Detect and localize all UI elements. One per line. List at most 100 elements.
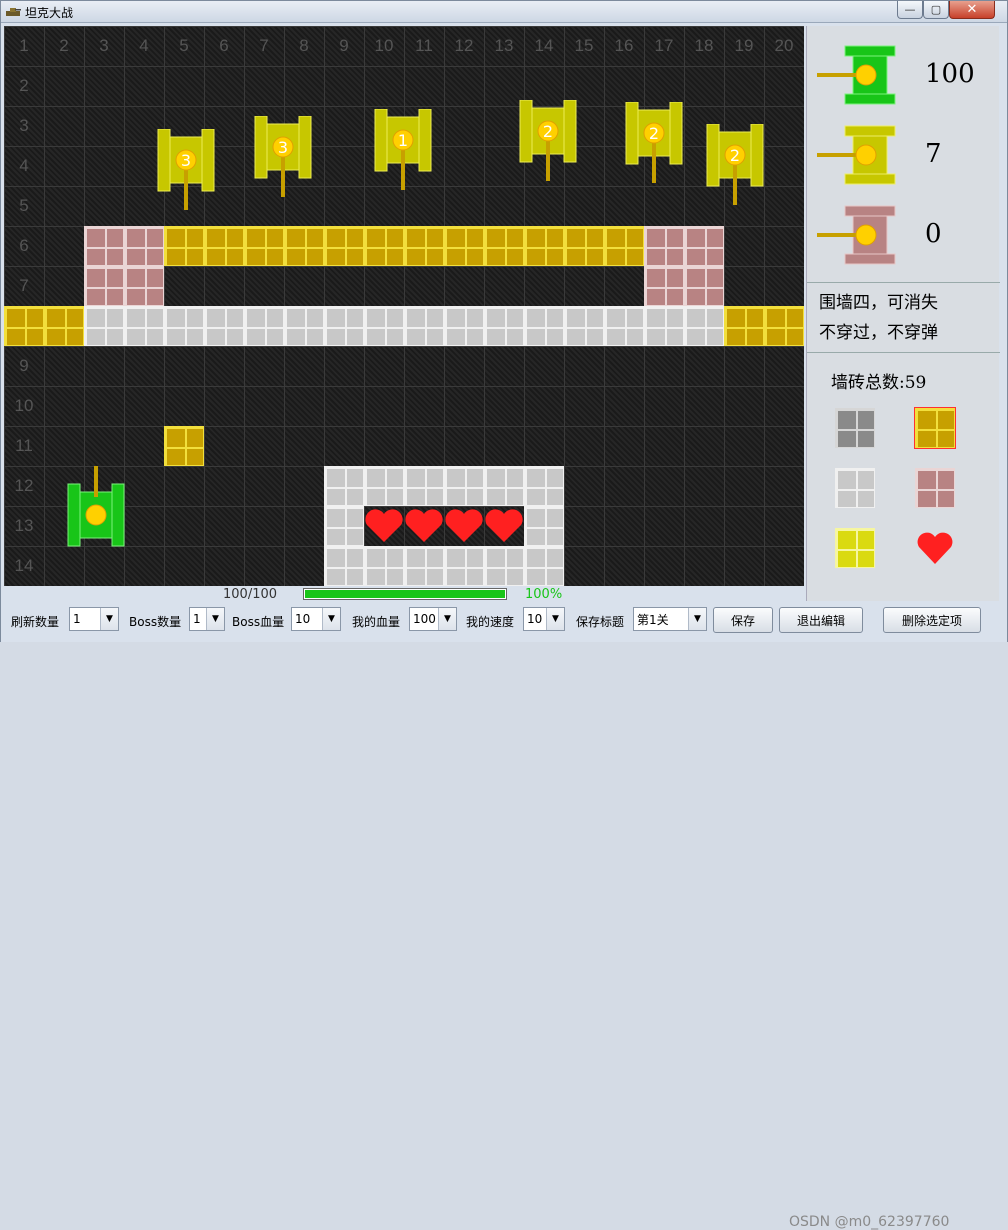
silver-brick <box>364 306 404 346</box>
player-hp-fill <box>305 590 505 598</box>
enemy-tank: 2 <box>625 102 683 183</box>
pink-brick <box>124 226 164 266</box>
row-number: 4 <box>19 156 29 175</box>
title-bar: 坦克大战 — ▢ ✕ <box>1 1 1007 23</box>
maximize-button[interactable]: ▢ <box>923 1 949 19</box>
minimize-button[interactable]: — <box>897 1 923 19</box>
chevron-down-icon[interactable]: ▼ <box>100 608 118 630</box>
gold-brick <box>244 226 284 266</box>
silver-brick <box>124 306 164 346</box>
tank-level-label: 3 <box>278 138 288 157</box>
delete-selected-button[interactable]: 删除选定项 <box>883 607 981 633</box>
silver-brick <box>404 306 444 346</box>
chevron-down-icon[interactable]: ▼ <box>688 608 706 630</box>
silver-brick <box>444 306 484 346</box>
gold-brick <box>564 226 604 266</box>
palette-pink-wall[interactable] <box>915 468 955 508</box>
enemy-tank-icon <box>817 125 896 185</box>
exit-edit-button[interactable]: 退出编辑 <box>779 607 863 633</box>
column-number: 4 <box>139 36 149 55</box>
column-number: 6 <box>219 36 229 55</box>
silver-brick <box>564 306 604 346</box>
silver-brick <box>244 306 284 346</box>
heart-icon <box>445 509 483 542</box>
refresh-count-select[interactable]: 1 ▼ <box>69 607 119 631</box>
silver-brick <box>324 506 364 546</box>
gold-brick <box>204 226 244 266</box>
silver-brick <box>524 546 564 586</box>
divider <box>807 282 1000 283</box>
silver-brick <box>524 466 564 506</box>
pink-brick <box>644 266 684 306</box>
enemy-tank: 2 <box>706 124 764 205</box>
chevron-down-icon[interactable]: ▼ <box>438 608 456 630</box>
wall-description: 围墙四，可消失 不穿过，不穿弹 <box>819 288 938 348</box>
palette-yellow-wall[interactable] <box>835 528 875 568</box>
gold-brick <box>724 306 764 346</box>
palette-heart-icon[interactable] <box>915 528 955 568</box>
column-number: 14 <box>534 36 554 55</box>
row-number: 3 <box>19 116 29 135</box>
tank-level-label: 1 <box>398 131 408 150</box>
pink-brick <box>684 266 724 306</box>
player-count: 100 <box>925 59 975 89</box>
gold-brick <box>604 226 644 266</box>
gold-brick <box>524 226 564 266</box>
row-number: 13 <box>14 516 34 535</box>
silver-brick <box>404 466 444 506</box>
column-number: 2 <box>59 36 69 55</box>
gold-brick <box>364 226 404 266</box>
column-number: 15 <box>574 36 594 55</box>
silver-brick <box>324 306 364 346</box>
silver-brick <box>84 306 124 346</box>
settings-bar: 刷新数量 1 ▼ Boss数量 1 ▼ Boss血量 10 ▼ 我的血量 100 ▼ 我… <box>1 602 1007 1230</box>
my-speed-select[interactable]: 10 ▼ <box>523 607 565 631</box>
pink-brick <box>684 226 724 266</box>
enemy-tank: 2 <box>519 100 577 181</box>
my-hp-select[interactable]: 100 ▼ <box>409 607 457 631</box>
palette-steel-wall[interactable] <box>835 408 875 448</box>
close-button[interactable]: ✕ <box>949 1 995 19</box>
silver-brick <box>324 466 364 506</box>
tank-level-label: 2 <box>543 122 553 141</box>
game-board[interactable]: 1 2 3 4 5 6 7 8 9 10 11 12 13 14 15 16 17 18 19 20 23456791… <box>4 26 804 586</box>
gold-brick <box>324 226 364 266</box>
silver-brick <box>364 546 404 586</box>
chevron-down-icon[interactable]: ▼ <box>206 608 224 630</box>
tank-level-label: 2 <box>730 146 740 165</box>
gold-brick <box>764 306 804 346</box>
tank-level-label: 3 <box>181 151 191 170</box>
boss-tank-icon <box>817 205 896 265</box>
row-number: 10 <box>14 396 34 415</box>
boss-count-label: Boss数量 <box>129 615 182 629</box>
save-button[interactable]: 保存 <box>713 607 773 633</box>
side-panel: 100 7 0 围墙四，可消失 不穿过，不穿弹 墙砖总数:59 <box>806 26 1000 601</box>
column-number: 9 <box>339 36 349 55</box>
boss-count: 0 <box>925 219 942 249</box>
heart-icon <box>405 509 443 542</box>
column-number: 20 <box>774 36 794 55</box>
palette-silver-wall[interactable] <box>835 468 875 508</box>
row-number: 2 <box>19 76 29 95</box>
enemy-tank: 1 <box>374 109 432 190</box>
column-number: 17 <box>654 36 674 55</box>
save-title-select[interactable]: 第1关 ▼ <box>633 607 707 631</box>
palette-gold-wall-selected[interactable] <box>914 407 956 449</box>
player-hp-bar <box>303 588 507 600</box>
tank-level-label: 2 <box>649 124 659 143</box>
column-number: 5 <box>179 36 189 55</box>
silver-brick <box>364 466 404 506</box>
player-tank <box>67 466 125 547</box>
window-title: 坦克大战 <box>25 6 74 20</box>
boss-hp-select[interactable]: 10 ▼ <box>291 607 341 631</box>
tank-app-icon <box>6 8 21 16</box>
brick-total: 墙砖总数:59 <box>831 373 927 393</box>
enemy-tank: 3 <box>157 129 215 210</box>
boss-count-select[interactable]: 1 ▼ <box>189 607 225 631</box>
silver-brick <box>484 306 524 346</box>
silver-brick <box>164 306 204 346</box>
pink-brick <box>124 266 164 306</box>
chevron-down-icon[interactable]: ▼ <box>546 608 564 630</box>
chevron-down-icon[interactable]: ▼ <box>322 608 340 630</box>
silver-brick <box>524 506 564 546</box>
